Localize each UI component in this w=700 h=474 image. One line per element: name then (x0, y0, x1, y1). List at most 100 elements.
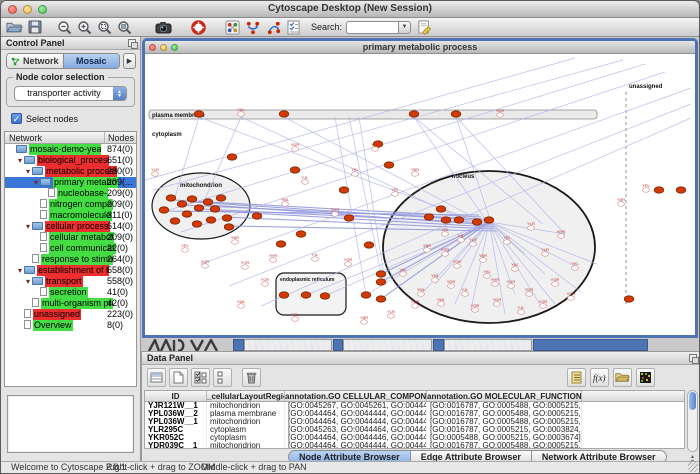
manage-plugins-icon[interactable] (287, 19, 300, 36)
table-row[interactable]: YKR052Ccytoplasm[GO:0044464, GO:0044446,… (145, 434, 684, 442)
tree-expander-icon[interactable]: ▾ (24, 166, 32, 177)
network-node[interactable] (332, 212, 339, 217)
network-node[interactable] (232, 240, 239, 245)
table-row[interactable]: YLR295Ccytoplasm[GO:0045263, GO:0044464,… (145, 426, 684, 434)
zoom-selected-icon[interactable] (97, 19, 112, 36)
network-node-selected[interactable] (376, 296, 386, 302)
import-attributes-icon[interactable] (613, 368, 632, 387)
background-frame-titlebar[interactable] (333, 339, 343, 351)
network-node[interactable] (352, 172, 359, 177)
network-canvas[interactable]: plasma membranecytoplasmmitochondrionnuc… (145, 54, 695, 335)
network-node[interactable] (512, 267, 519, 272)
network-node-selected[interactable] (182, 211, 192, 217)
frame-close-icon[interactable] (149, 44, 156, 51)
network-node[interactable] (400, 272, 407, 277)
network-node-selected[interactable] (187, 196, 197, 202)
network-node[interactable] (392, 192, 399, 197)
network-node-selected[interactable] (301, 292, 311, 298)
network-node[interactable] (528, 226, 535, 231)
zoom-window-icon[interactable] (38, 5, 47, 14)
tree-expander-icon[interactable]: ▾ (16, 265, 24, 276)
network-node[interactable] (312, 257, 319, 262)
background-frame[interactable] (343, 339, 432, 351)
network-node[interactable] (292, 317, 299, 322)
float-panel-icon[interactable] (128, 39, 136, 47)
table-column-header[interactable]: ID (145, 391, 207, 401)
open-icon[interactable] (6, 19, 23, 36)
network-node-selected[interactable] (441, 217, 451, 223)
network-node-selected[interactable] (290, 167, 300, 173)
network-node[interactable] (526, 292, 533, 297)
tab-network[interactable]: Network (7, 54, 63, 68)
help-icon[interactable] (191, 19, 206, 36)
network-node[interactable] (262, 282, 269, 287)
network-node-selected[interactable] (227, 154, 237, 160)
network-node-selected[interactable] (344, 215, 354, 221)
network-node[interactable] (442, 252, 449, 257)
network-node[interactable] (282, 202, 289, 207)
unselect-all-attributes-icon[interactable] (213, 368, 232, 387)
network-node[interactable] (345, 262, 352, 267)
layout-icon-1[interactable] (245, 19, 261, 36)
vizmapper-icon[interactable] (225, 19, 240, 36)
tree-row[interactable]: cell communicat22(0) (5, 243, 136, 254)
network-node[interactable] (492, 282, 499, 287)
network-node[interactable] (508, 284, 515, 289)
minimize-icon[interactable] (23, 5, 32, 14)
network-node-selected[interactable] (252, 213, 262, 219)
tab-mosaic[interactable]: Mosaic (63, 54, 120, 68)
tree-row[interactable]: ▾transport558(0) (5, 276, 136, 287)
tree-row[interactable]: ▾cellular process614(0) (5, 221, 136, 232)
table-row[interactable]: YPL036W__1mitochondrion[GO:0044464, GO:0… (145, 418, 684, 426)
snapshot-icon[interactable] (155, 19, 172, 36)
table-vscrollbar-thumb[interactable] (689, 392, 696, 410)
network-node[interactable] (438, 302, 445, 307)
table-row[interactable]: YDR039C__1mitochondrion[GO:0044464, GO:0… (145, 442, 684, 449)
network-node-selected[interactable] (409, 111, 419, 117)
network-node-selected[interactable] (279, 292, 289, 298)
network-edge[interactable] (153, 60, 623, 190)
network-node[interactable] (152, 172, 159, 177)
tree-expander-icon[interactable]: ▾ (32, 177, 40, 188)
frame-zoom-icon[interactable] (171, 44, 178, 51)
annotation-icon[interactable] (417, 19, 432, 36)
layout-icon-2[interactable] (266, 19, 282, 36)
network-node-selected[interactable] (192, 221, 202, 227)
network-node-selected[interactable] (194, 205, 204, 211)
network-node[interactable] (542, 252, 549, 257)
zoom-out-icon[interactable] (57, 19, 72, 36)
network-node[interactable] (442, 232, 449, 237)
network-edge[interactable] (284, 117, 481, 221)
delete-attribute-icon[interactable] (242, 368, 261, 387)
save-icon[interactable] (28, 19, 42, 36)
network-node[interactable] (238, 304, 245, 309)
network-node[interactable] (418, 292, 425, 297)
network-node-selected[interactable] (177, 201, 187, 207)
network-node-selected[interactable] (224, 224, 234, 230)
network-node[interactable] (462, 292, 469, 297)
network-node[interactable] (361, 320, 368, 325)
zoom-in-icon[interactable] (77, 19, 92, 36)
select-all-attributes-icon[interactable] (191, 368, 210, 387)
table-row[interactable]: YJR121W__1mitochondrion[GO:0045267, GO:0… (145, 402, 684, 410)
network-node[interactable] (552, 282, 559, 287)
network-node-selected[interactable] (472, 219, 482, 225)
network-tree-header[interactable]: Network Nodes (5, 132, 136, 144)
tree-row[interactable]: ▾metabolic process280(0) (5, 166, 136, 177)
network-node[interactable] (242, 265, 249, 270)
background-frame-titlebar[interactable] (233, 339, 244, 351)
network-node[interactable] (238, 112, 245, 117)
network-node[interactable] (458, 238, 465, 243)
tree-row[interactable]: Overview8(0) (5, 320, 136, 331)
tree-row[interactable]: response to stimulu264(0) (5, 254, 136, 265)
network-node-selected[interactable] (364, 242, 374, 248)
network-node-selected[interactable] (454, 217, 464, 223)
network-node-selected[interactable] (624, 296, 634, 302)
background-frame-titlebar[interactable] (433, 339, 444, 351)
network-edge[interactable] (335, 117, 366, 294)
network-node-selected[interactable] (276, 241, 286, 247)
network-node[interactable] (497, 113, 504, 118)
network-node[interactable] (643, 188, 650, 193)
network-node-selected[interactable] (676, 187, 686, 193)
network-node[interactable] (412, 172, 419, 177)
